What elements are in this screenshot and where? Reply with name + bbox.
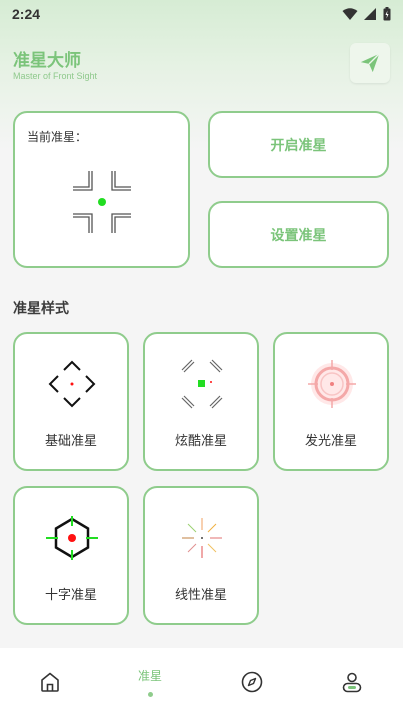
- home-icon: [41, 672, 59, 692]
- style-card-linear[interactable]: 线性准星: [143, 486, 259, 625]
- style-card-glow[interactable]: 发光准星: [273, 332, 389, 471]
- cross-crosshair-icon: [46, 516, 98, 560]
- style-label: 炫酷准星: [174, 434, 227, 449]
- nav-label-crosshair: 准星: [137, 669, 162, 683]
- signal-icon: [364, 7, 376, 20]
- nav-active-indicator: [147, 692, 153, 697]
- glow-crosshair-icon: [308, 360, 356, 408]
- share-button[interactable]: [350, 43, 390, 83]
- app-subtitle: Master of Front Sight: [13, 71, 98, 81]
- status-bar: 2:24: [0, 0, 403, 28]
- styles-section-title: 准星样式: [13, 301, 69, 317]
- profile-icon: [342, 672, 362, 693]
- style-card-cool[interactable]: 炫酷准星: [143, 332, 259, 471]
- nav-item-home[interactable]: [0, 648, 100, 716]
- status-icons: [342, 7, 391, 21]
- current-crosshair-card: 当前准星：: [13, 111, 190, 268]
- status-time: 2:24: [12, 6, 41, 22]
- battery-icon: [383, 7, 391, 21]
- current-crosshair-preview: [73, 171, 131, 233]
- cool-crosshair-icon: [181, 359, 223, 409]
- linear-crosshair-icon: [182, 518, 222, 558]
- style-card-cross[interactable]: 十字准星: [13, 486, 129, 625]
- nav-item-crosshair[interactable]: 准星: [100, 648, 200, 716]
- compass-icon: [241, 671, 263, 693]
- paper-plane-icon: [360, 53, 380, 73]
- nav-item-profile[interactable]: [302, 648, 402, 716]
- style-label: 发光准星: [304, 434, 357, 449]
- wifi-icon: [342, 7, 358, 20]
- current-crosshair-label: 当前准星：: [27, 130, 88, 144]
- app-title: 准星大师: [13, 51, 81, 71]
- bottom-nav: 准星: [0, 648, 403, 716]
- basic-crosshair-icon: [48, 360, 96, 408]
- open-crosshair-button[interactable]: 开启准星: [208, 111, 389, 178]
- style-card-basic[interactable]: 基础准星: [13, 332, 129, 471]
- settings-crosshair-button[interactable]: 设置准星: [208, 201, 389, 268]
- style-label: 十字准星: [44, 588, 97, 603]
- style-label: 基础准星: [44, 434, 97, 449]
- style-label: 线性准星: [174, 588, 227, 603]
- nav-item-discover[interactable]: [202, 648, 302, 716]
